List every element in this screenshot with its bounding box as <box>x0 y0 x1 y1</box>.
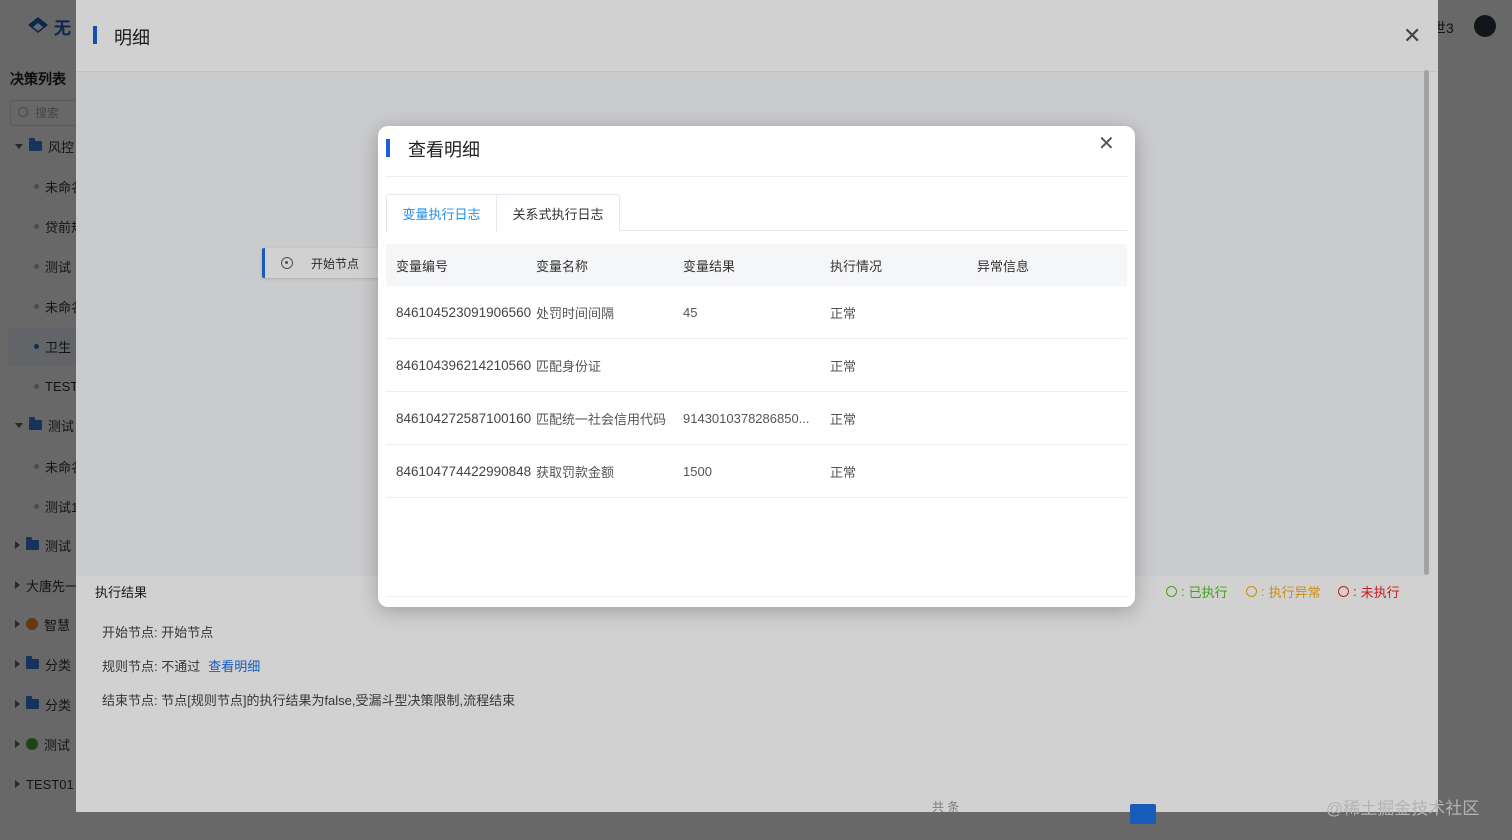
cell-status: 正常 <box>830 411 857 427</box>
title-accent-bar <box>386 139 390 157</box>
detail-modal: 查看明细 ✕ 变量执行日志 关系式执行日志 变量编号 变量名称 变量结果 执行情… <box>378 126 1135 607</box>
tab-relation-log[interactable]: 关系式执行日志 <box>496 194 620 231</box>
tab-bar: 变量执行日志 关系式执行日志 <box>386 194 1127 232</box>
column-header[interactable]: 变量名称 <box>536 256 683 275</box>
close-icon[interactable]: ✕ <box>1098 134 1115 154</box>
column-header[interactable]: 异常信息 <box>977 256 1127 275</box>
modal-title: 查看明细 <box>408 140 480 160</box>
cell-id: 846104774422990848 <box>396 463 532 479</box>
cell-status: 正常 <box>830 305 857 321</box>
cell-status: 正常 <box>830 358 857 374</box>
cell-name: 匹配身份证 <box>536 358 602 374</box>
table-row[interactable]: 846104523091906560 处罚时间间隔 45 正常 <box>386 286 1127 339</box>
divider <box>386 176 1127 177</box>
variable-log-table: 变量编号 变量名称 变量结果 执行情况 异常信息 846104523091906… <box>386 244 1127 498</box>
cell-result: 9143010378286850... <box>683 410 810 426</box>
cell-id: 846104523091906560 <box>396 304 532 320</box>
table-header: 变量编号 变量名称 变量结果 执行情况 异常信息 <box>386 244 1127 286</box>
cell-id: 846104396214210560 <box>396 357 532 373</box>
column-header[interactable]: 变量编号 <box>386 256 536 275</box>
cell-id: 846104272587100160 <box>396 410 532 426</box>
cell-name: 匹配统一社会信用代码 <box>536 411 667 427</box>
divider <box>386 596 1127 597</box>
cell-result: 45 <box>683 304 698 320</box>
column-header[interactable]: 变量结果 <box>683 256 830 275</box>
table-row[interactable]: 846104774422990848 获取罚款金额 1500 正常 <box>386 445 1127 498</box>
column-header[interactable]: 执行情况 <box>830 256 977 275</box>
cell-status: 正常 <box>830 464 857 480</box>
tab-variable-log[interactable]: 变量执行日志 <box>386 194 497 232</box>
cell-result: 1500 <box>683 463 712 479</box>
table-row[interactable]: 846104272587100160 匹配统一社会信用代码 9143010378… <box>386 392 1127 445</box>
cell-name: 获取罚款金额 <box>536 464 615 480</box>
cell-name: 处罚时间间隔 <box>536 305 615 321</box>
table-row[interactable]: 846104396214210560 匹配身份证 正常 <box>386 339 1127 392</box>
